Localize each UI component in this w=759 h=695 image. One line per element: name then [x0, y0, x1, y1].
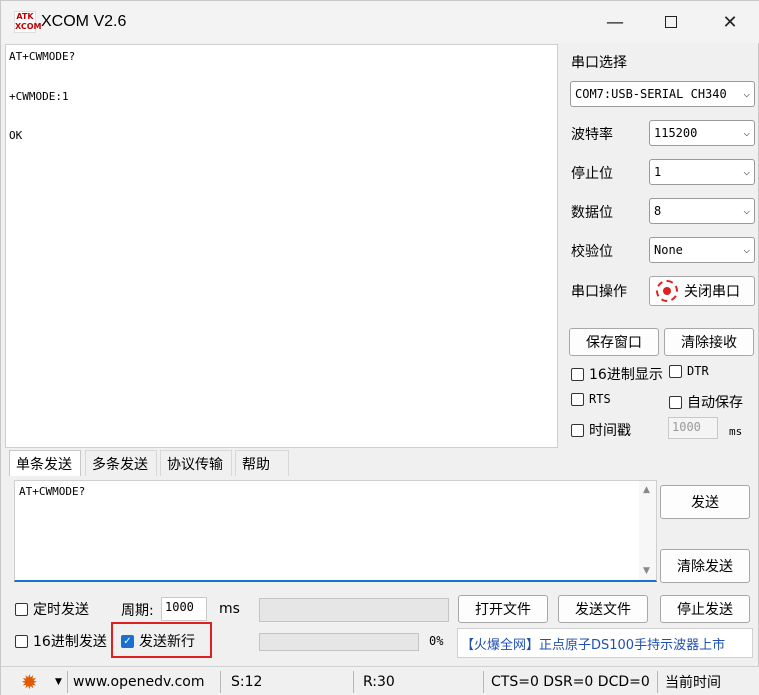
close-port-button[interactable]: 关闭串口: [649, 276, 755, 306]
close-button[interactable]: ✕: [701, 5, 759, 39]
menu-dropdown-icon[interactable]: ▼: [55, 667, 62, 695]
serial-op-label: 串口操作: [571, 284, 627, 300]
maximize-button[interactable]: [642, 5, 700, 39]
receive-line: AT+CWMODE?: [9, 50, 76, 63]
baud-label: 波特率: [571, 127, 613, 143]
port-select-label: 串口选择: [571, 55, 627, 71]
stop-bits-select[interactable]: 1 ⌵: [649, 159, 755, 185]
app-logo-icon: ATK XCOM: [14, 11, 42, 33]
timestamp-checkbox[interactable]: 时间戳: [571, 420, 631, 440]
checkbox-box: [571, 367, 584, 381]
hex-display-label: 16进制显示: [589, 367, 663, 383]
checkbox-box: [571, 423, 584, 437]
port-select[interactable]: COM7:USB-SERIAL CH340 ⌵: [570, 81, 755, 107]
chevron-down-icon: ⌵: [743, 204, 750, 217]
highlight-box: [111, 622, 212, 658]
hex-send-checkbox[interactable]: 16进制发送: [15, 631, 107, 651]
progress-percent: 0%: [429, 634, 444, 648]
stop-bits-value: 1: [654, 165, 662, 179]
rts-checkbox[interactable]: RTS: [571, 392, 611, 406]
timestamp-label: 时间戳: [589, 423, 631, 439]
checkbox-box: [15, 634, 28, 648]
port-select-value: COM7:USB-SERIAL CH340: [575, 87, 727, 101]
receive-line: OK: [9, 129, 23, 142]
auto-save-checkbox[interactable]: 自动保存: [669, 392, 743, 412]
checkbox-box: [15, 602, 28, 616]
minimize-button[interactable]: —: [586, 5, 644, 39]
tab-single-send[interactable]: 单条发送: [9, 450, 81, 476]
title-bar: ATK XCOM XCOM V2.6 — ✕: [1, 1, 759, 43]
divider: [220, 671, 221, 693]
tab-protocol[interactable]: 协议传输: [160, 450, 232, 476]
save-window-button[interactable]: 保存窗口: [569, 328, 659, 356]
receive-line: +CWMODE:1: [9, 90, 69, 103]
clear-send-button[interactable]: 清除发送: [660, 549, 750, 583]
data-bits-select[interactable]: 8 ⌵: [649, 198, 755, 224]
close-port-label: 关闭串口: [684, 284, 740, 300]
receive-area[interactable]: AT+CWMODE? +CWMODE:1 OK: [5, 44, 558, 448]
stop-send-button[interactable]: 停止发送: [660, 595, 750, 623]
divider: [483, 671, 484, 693]
timestamp-ms-label: ms: [729, 425, 743, 438]
period-label: 周期:: [121, 603, 154, 619]
dtr-checkbox[interactable]: DTR: [669, 364, 709, 378]
chevron-down-icon: ⌵: [743, 126, 750, 139]
period-ms-label: ms: [219, 601, 240, 617]
chevron-down-icon: ⌵: [743, 165, 750, 178]
gear-icon[interactable]: ✹: [21, 667, 38, 695]
chevron-down-icon: ⌵: [743, 87, 750, 100]
timestamp-interval-input[interactable]: 1000: [668, 417, 718, 439]
checkbox-box: [669, 395, 682, 409]
scroll-up-icon[interactable]: ▲: [643, 485, 650, 495]
dtr-label: DTR: [687, 364, 709, 378]
checkbox-box: [669, 364, 682, 378]
send-progress-bar: [259, 633, 419, 651]
checkbox-box: [571, 392, 584, 406]
period-input[interactable]: 1000: [161, 597, 207, 621]
parity-select[interactable]: None ⌵: [649, 237, 755, 263]
timed-send-checkbox[interactable]: 定时发送: [15, 599, 89, 619]
window-title: XCOM V2.6: [41, 13, 127, 30]
divider: [353, 671, 354, 693]
auto-save-label: 自动保存: [687, 395, 743, 411]
parity-value: None: [654, 243, 683, 257]
send-text: AT+CWMODE?: [19, 485, 86, 498]
divider: [657, 671, 658, 693]
port-status-led-icon: [656, 280, 678, 302]
maximize-icon: [665, 16, 677, 28]
send-input[interactable]: AT+CWMODE? ▲ ▼: [14, 480, 657, 582]
xcom-window: ATK XCOM XCOM V2.6 — ✕ AT+CWMODE? +CWMODE…: [0, 0, 759, 695]
modem-lines-status: CTS=0 DSR=0 DCD=0: [491, 673, 650, 690]
data-bits-value: 8: [654, 204, 662, 218]
tab-multi-send[interactable]: 多条发送: [85, 450, 157, 476]
parity-label: 校验位: [571, 244, 613, 260]
baud-value: 115200: [654, 126, 698, 140]
status-bar: ✹ ▼ www.openedv.com S:12 R:30 CTS=0 DSR=…: [1, 666, 759, 695]
scroll-down-icon[interactable]: ▼: [643, 566, 650, 576]
stop-bits-label: 停止位: [571, 166, 613, 182]
tab-help[interactable]: 帮助: [235, 450, 289, 476]
timed-send-label: 定时发送: [33, 602, 89, 618]
current-time: 当前时间: [665, 674, 721, 691]
sent-count: S:12: [231, 673, 263, 690]
hex-send-label: 16进制发送: [33, 634, 107, 650]
baud-select[interactable]: 115200 ⌵: [649, 120, 755, 146]
file-path-field[interactable]: [259, 598, 449, 622]
chevron-down-icon: ⌵: [743, 243, 750, 256]
send-button[interactable]: 发送: [660, 485, 750, 519]
hex-display-checkbox[interactable]: 16进制显示: [571, 364, 663, 384]
rts-label: RTS: [589, 392, 611, 406]
received-count: R:30: [363, 673, 395, 690]
ad-banner-link[interactable]: 【火爆全网】正点原子DS100手持示波器上市: [457, 628, 753, 658]
divider: [67, 671, 68, 693]
open-file-button[interactable]: 打开文件: [458, 595, 548, 623]
website-link[interactable]: www.openedv.com: [73, 667, 205, 695]
send-file-button[interactable]: 发送文件: [558, 595, 648, 623]
data-bits-label: 数据位: [571, 205, 613, 221]
send-scrollbar[interactable]: ▲ ▼: [639, 481, 656, 580]
clear-receive-button[interactable]: 清除接收: [664, 328, 754, 356]
